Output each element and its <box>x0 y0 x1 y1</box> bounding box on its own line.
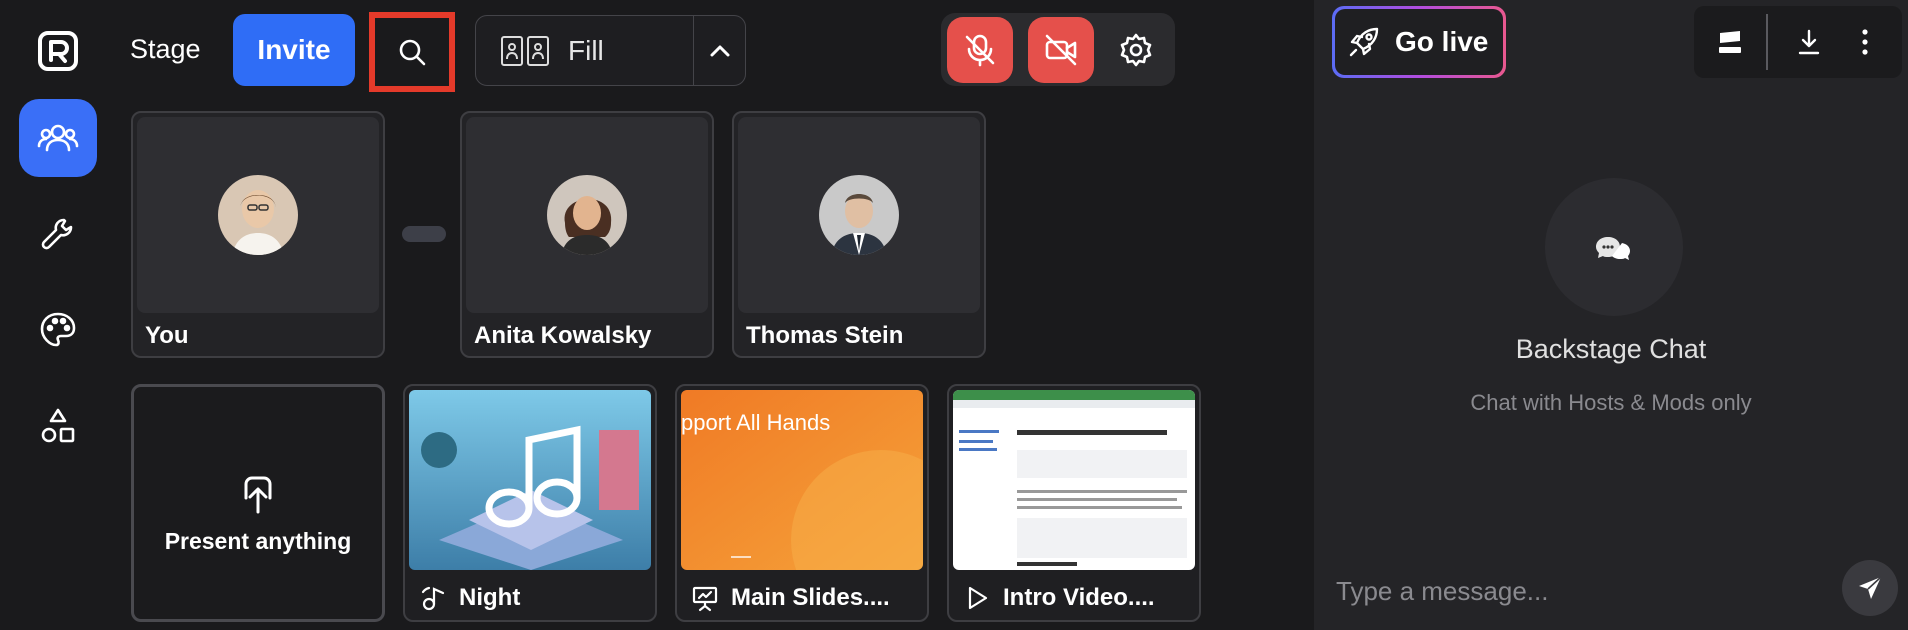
participant-tile[interactable]: You <box>131 111 385 358</box>
media-tile-night[interactable]: Night <box>403 384 657 622</box>
banner-icon <box>1719 31 1741 53</box>
palette-icon <box>40 312 76 347</box>
drop-divider <box>402 226 446 242</box>
media-thumbnail <box>953 390 1195 570</box>
search-button[interactable] <box>369 12 455 92</box>
download-icon <box>1798 29 1820 55</box>
invite-button[interactable]: Invite <box>233 14 355 86</box>
media-caption: Night <box>419 584 520 612</box>
play-icon <box>968 586 988 610</box>
chat-subtitle: Chat with Hosts & Mods only <box>1470 390 1752 415</box>
rocket-icon <box>1349 27 1379 57</box>
mic-toggle-button[interactable] <box>947 17 1013 83</box>
present-anything-button[interactable]: Present anything <box>131 384 385 622</box>
upload-icon <box>244 476 272 513</box>
media-tile-slides[interactable]: pport All Hands Main Slides.... <box>675 384 929 622</box>
mic-off-icon <box>965 34 995 67</box>
rail-brand-button[interactable] <box>19 291 97 369</box>
more-options-button[interactable] <box>1847 24 1883 60</box>
studio-app: Stage Invite Fill You Anita Kowalsky Tho… <box>0 0 1908 630</box>
participant-name: Thomas Stein <box>746 322 904 349</box>
layout-selector: Fill <box>475 15 746 86</box>
avatar <box>819 175 899 255</box>
banner-button[interactable] <box>1712 24 1748 60</box>
download-button[interactable] <box>1791 24 1827 60</box>
rail-elements-button[interactable] <box>19 387 97 465</box>
participant-name: You <box>145 322 189 349</box>
participant-tile[interactable]: Anita Kowalsky <box>460 111 714 358</box>
search-icon <box>399 39 426 66</box>
layout-expand-button[interactable] <box>694 16 745 85</box>
participant-tile[interactable]: Thomas Stein <box>732 111 986 358</box>
shapes-icon <box>41 408 75 443</box>
chevron-up-icon <box>710 45 729 56</box>
participant-name: Anita Kowalsky <box>474 322 652 349</box>
gear-icon <box>1120 33 1152 67</box>
stage-title: Stage <box>130 34 201 64</box>
layout-grid-icon <box>501 35 549 66</box>
media-caption: Main Slides.... <box>691 584 890 612</box>
media-label: Main Slides.... <box>731 584 890 611</box>
message-input[interactable] <box>1336 570 1806 612</box>
media-label: Night <box>459 584 521 611</box>
media-thumbnail: pport All Hands <box>681 390 923 570</box>
slide-title-text: pport All Hands <box>681 410 831 435</box>
present-anything-label: Present anything <box>164 527 352 554</box>
go-live-label: Go live <box>1395 26 1489 57</box>
media-label: Intro Video.... <box>1003 584 1155 611</box>
people-icon <box>37 124 79 152</box>
media-caption: Intro Video.... <box>963 584 1155 612</box>
presentation-icon <box>692 586 718 612</box>
rail-people-button[interactable] <box>19 99 97 177</box>
panel-toolbar <box>1694 6 1902 78</box>
go-live-button[interactable]: Go live <box>1332 6 1506 78</box>
layout-label: Fill <box>568 34 604 66</box>
chat-title: Backstage Chat <box>1515 334 1707 364</box>
send-button[interactable] <box>1842 560 1898 616</box>
camera-off-icon <box>1045 34 1077 66</box>
wrench-icon <box>41 218 73 250</box>
layout-fill-button[interactable]: Fill <box>476 16 694 85</box>
chat-bubbles-icon <box>1596 237 1630 260</box>
audio-icon <box>421 586 445 611</box>
av-controls <box>941 13 1175 86</box>
avatar <box>218 175 298 255</box>
avatar <box>547 175 627 255</box>
media-thumbnail <box>409 390 651 570</box>
more-vertical-icon <box>1862 29 1868 55</box>
settings-button[interactable] <box>1103 17 1169 83</box>
media-tile-video[interactable]: Intro Video.... <box>947 384 1201 622</box>
camera-toggle-button[interactable] <box>1028 17 1094 83</box>
rail-tools-button[interactable] <box>19 195 97 273</box>
app-logo[interactable] <box>37 30 79 72</box>
chat-empty-illustration <box>1545 178 1683 316</box>
send-icon <box>1859 576 1882 599</box>
toolbar-divider <box>1766 14 1768 70</box>
